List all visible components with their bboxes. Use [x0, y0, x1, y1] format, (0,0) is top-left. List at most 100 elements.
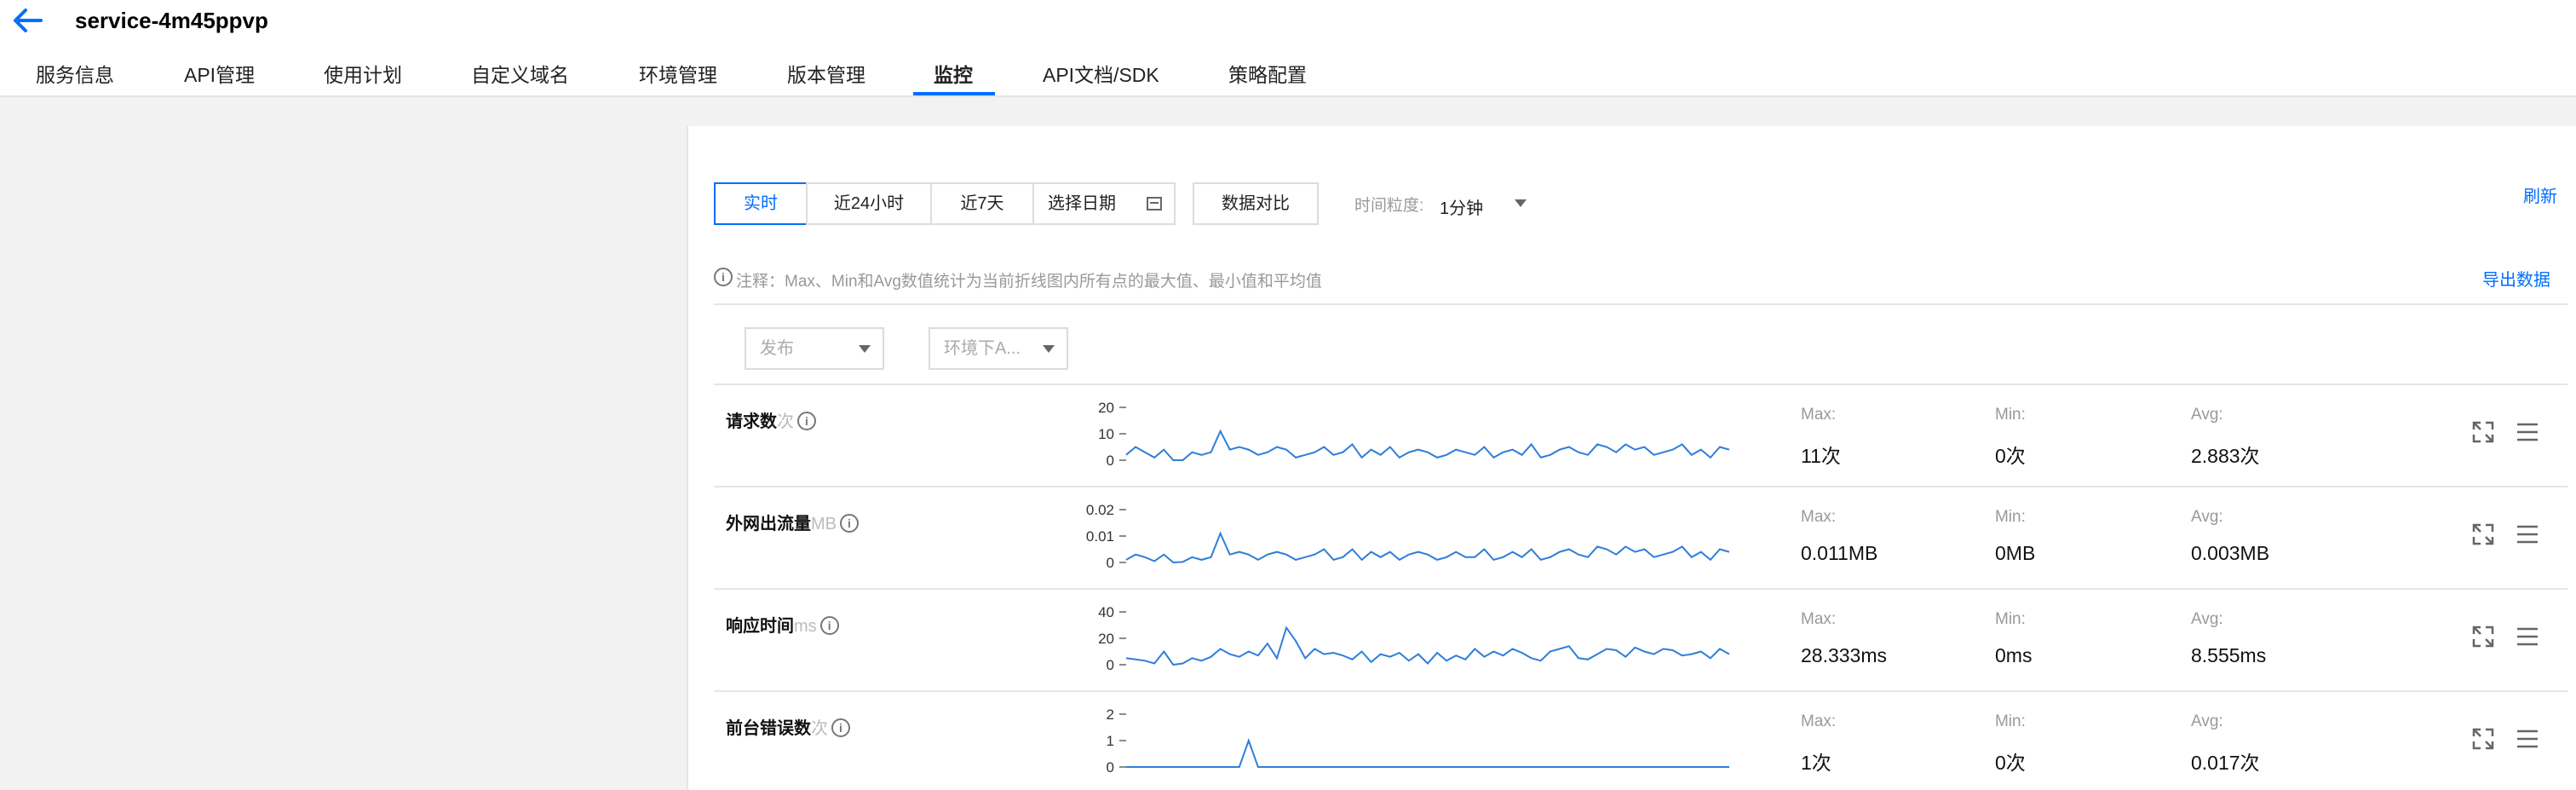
y-tick-label: 1 [1107, 733, 1114, 749]
min-value: 0MB [1995, 542, 2036, 564]
info-icon[interactable]: i [831, 718, 850, 737]
chevron-down-icon [1515, 199, 1527, 207]
y-tick-label: 0.02 [1086, 502, 1114, 518]
avg-label: Avg: [2191, 712, 2223, 730]
tab-policy[interactable]: 策略配置 [1228, 60, 1307, 90]
y-tick-label: 0.01 [1086, 528, 1114, 545]
max-label: Max: [1801, 406, 1837, 424]
metric-line-chart: 20 10 0 [1098, 400, 1730, 469]
export-data-link[interactable]: 导出数据 [2482, 266, 2550, 291]
avg-label: Avg: [2191, 508, 2223, 526]
metric-title: 前台错误数次 i [726, 714, 850, 739]
monitor-panel: 实时 近24小时 近7天 选择日期 数据对比 时间粒度: 1分钟 刷新 i 注释… [687, 126, 2576, 790]
environment-select-placeholder: 环境下A... [944, 339, 1021, 358]
expand-icon[interactable] [2470, 522, 2496, 547]
min-label: Min: [1995, 406, 2026, 424]
max-value: 28.333ms [1801, 644, 1888, 666]
min-label: Min: [1995, 508, 2026, 526]
menu-icon[interactable] [2515, 522, 2540, 547]
expand-icon[interactable] [2470, 726, 2496, 752]
divider [714, 383, 2567, 385]
metric-name: 外网出流量 [726, 515, 811, 533]
y-tick-label: 20 [1098, 400, 1114, 416]
metric-line-chart: 40 20 0 [1098, 604, 1730, 673]
tab-api-doc-sdk[interactable]: API文档/SDK [1043, 60, 1159, 90]
avg-value: 0.003MB [2191, 542, 2270, 564]
max-label: Max: [1801, 610, 1837, 628]
y-tick-label: 0 [1107, 453, 1114, 469]
metric-unit: ms [794, 617, 817, 636]
granularity-value: 1分钟 [1440, 199, 1484, 218]
y-tick-label: 20 [1098, 631, 1114, 647]
max-label: Max: [1801, 712, 1837, 730]
info-icon: i [714, 268, 733, 286]
tab-monitoring[interactable]: 监控 [934, 60, 973, 90]
max-value: 1次 [1801, 752, 1831, 774]
series-line [1125, 429, 1730, 461]
metric-title: 请求数次 i [726, 407, 816, 432]
tab-environment[interactable]: 环境管理 [639, 60, 717, 90]
menu-icon[interactable] [2515, 419, 2540, 445]
back-arrow-icon[interactable] [10, 5, 44, 36]
y-tick-label: 0 [1107, 657, 1114, 673]
info-icon[interactable]: i [819, 615, 839, 635]
page-title: service-4m45ppvp [75, 8, 268, 33]
min-value: 0次 [1995, 445, 2026, 467]
last-24h-button[interactable]: 近24小时 [806, 182, 932, 225]
metric-line-chart: 2 1 0 [1107, 706, 1729, 776]
avg-value: 0.017次 [2191, 752, 2260, 774]
tab-usage-plan[interactable]: 使用计划 [324, 60, 402, 90]
tab-version[interactable]: 版本管理 [787, 60, 865, 90]
refresh-link[interactable]: 刷新 [2523, 182, 2557, 207]
info-icon[interactable]: i [797, 411, 816, 430]
tab-service-info[interactable]: 服务信息 [36, 60, 114, 90]
info-icon[interactable]: i [840, 513, 859, 533]
menu-icon[interactable] [2515, 624, 2540, 649]
metric-unit: 次 [811, 719, 828, 738]
granularity-label: 时间粒度: [1354, 197, 1424, 215]
metric-name: 响应时间 [726, 617, 794, 636]
expand-icon[interactable] [2470, 419, 2496, 445]
date-picker[interactable]: 选择日期 [1032, 182, 1176, 225]
series-line [1125, 626, 1730, 666]
metric-name: 请求数 [726, 412, 777, 431]
release-select-placeholder: 发布 [760, 339, 794, 358]
metric-line-chart: 0.02 0.01 0 [1086, 502, 1730, 571]
avg-value: 2.883次 [2191, 445, 2260, 467]
last-7d-button[interactable]: 近7天 [930, 182, 1034, 225]
tab-api-management[interactable]: API管理 [184, 60, 255, 90]
calendar-icon [1147, 197, 1162, 210]
min-value: 0次 [1995, 752, 2026, 774]
expand-icon[interactable] [2470, 624, 2496, 649]
environment-select[interactable]: 环境下A... [929, 327, 1068, 370]
tab-custom-domain[interactable]: 自定义域名 [471, 60, 569, 90]
granularity-select[interactable]: 1分钟 [1440, 186, 1533, 220]
header-bar: service-4m45ppvp 服务信息 API管理 使用计划 自定义域名 环… [0, 0, 2576, 97]
metric-title: 外网出流量MB i [726, 510, 859, 534]
max-value: 0.011MB [1801, 542, 1878, 564]
y-tick-label: 10 [1098, 426, 1114, 442]
y-tick-label: 0 [1107, 759, 1114, 776]
metric-title: 响应时间ms i [726, 612, 839, 637]
divider [714, 588, 2567, 590]
min-value: 0ms [1995, 644, 2033, 666]
y-tick-label: 0 [1107, 555, 1114, 571]
metric-unit: MB [811, 515, 837, 533]
realtime-button[interactable]: 实时 [714, 182, 808, 225]
active-tab-indicator [913, 92, 995, 95]
metric-name: 前台错误数 [726, 719, 811, 738]
max-value: 11次 [1801, 445, 1841, 467]
menu-icon[interactable] [2515, 726, 2540, 752]
divider [714, 486, 2567, 487]
avg-label: Avg: [2191, 610, 2223, 628]
metric-unit: 次 [777, 412, 794, 431]
chevron-down-icon [859, 345, 871, 353]
release-select[interactable]: 发布 [745, 327, 884, 370]
min-label: Min: [1995, 712, 2026, 730]
note-text: 注释：Max、Min和Avg数值统计为当前折线图内所有点的最大值、最小值和平均值 [736, 273, 1322, 291]
y-tick-label: 40 [1098, 604, 1114, 620]
y-tick-label: 2 [1107, 706, 1114, 723]
divider [714, 690, 2567, 692]
max-label: Max: [1801, 508, 1837, 526]
compare-button[interactable]: 数据对比 [1193, 182, 1319, 225]
